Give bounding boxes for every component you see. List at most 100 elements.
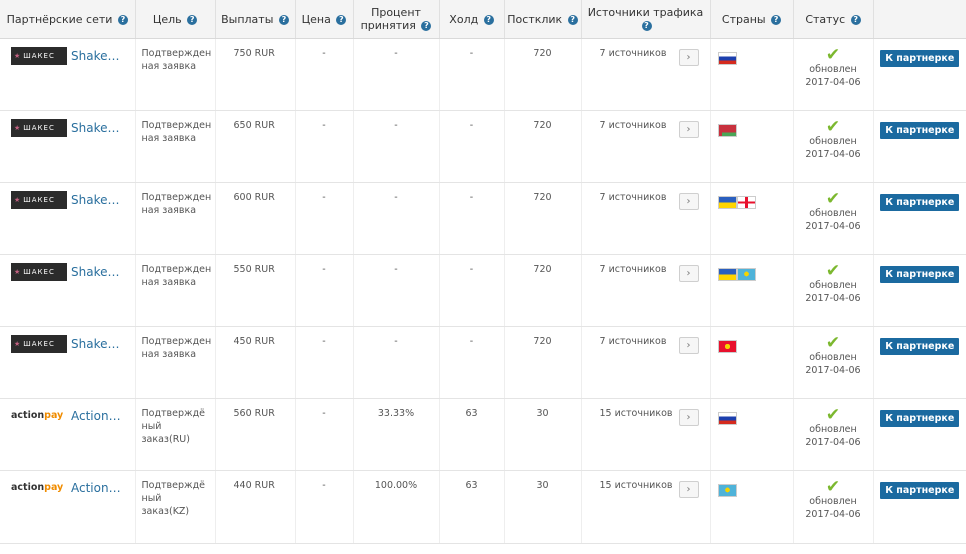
expand-sources-button[interactable]: › <box>678 337 699 354</box>
expand-sources-button[interactable]: › <box>678 265 699 282</box>
status-cell: ✔ обновлен 2017-04-06 <box>793 38 874 111</box>
chevron-right-icon: › <box>686 484 691 495</box>
traffic-sources-count: 7 источников <box>599 120 667 131</box>
header-acceptance[interactable]: Процент принятия ? <box>353 0 440 39</box>
status-text: обновлен <box>809 352 857 363</box>
countries-cell <box>710 326 794 399</box>
expand-sources-button[interactable]: › <box>678 193 699 210</box>
status-cell: ✔ обновлен 2017-04-06 <box>793 398 874 471</box>
shakes-logo[interactable]: ★ ШАКЕС <box>11 191 67 209</box>
chevron-right-icon: › <box>686 340 691 351</box>
header-network[interactable]: Партнёрские сети ? <box>0 0 136 39</box>
header-action <box>873 0 966 39</box>
shakes-logo[interactable]: ★ ШАКЕС <box>11 263 67 281</box>
traffic-sources-count: 15 источников <box>599 480 673 491</box>
help-icon[interactable]: ? <box>771 14 782 25</box>
network-cell: actionpay Actionp... <box>0 470 136 544</box>
traffic-cell: 15 источников › <box>581 398 711 471</box>
status-text: обновлен <box>809 424 857 435</box>
header-price[interactable]: Цена ? <box>295 0 354 39</box>
status-date: 2017-04-06 <box>805 365 861 376</box>
star-icon: ★ <box>14 124 22 132</box>
action-cell: К партнерке <box>873 470 966 544</box>
network-link[interactable]: Actionp... <box>71 482 125 495</box>
to-network-button[interactable]: К партнерке <box>880 50 960 67</box>
to-network-button[interactable]: К партнерке <box>880 482 960 499</box>
status-date: 2017-04-06 <box>805 437 861 448</box>
help-icon[interactable]: ? <box>278 14 289 25</box>
help-icon[interactable]: ? <box>641 21 652 31</box>
hold-cell: - <box>439 326 505 399</box>
header-goal[interactable]: Цель ? <box>135 0 216 39</box>
header-postclick[interactable]: Постклик ? <box>504 0 582 39</box>
countries-cell <box>710 470 794 544</box>
expand-sources-button[interactable]: › <box>678 121 699 138</box>
help-icon[interactable]: ? <box>421 21 432 31</box>
status-text: обновлен <box>809 208 857 219</box>
action-cell: К партнерке <box>873 398 966 471</box>
network-link[interactable]: Shakes... <box>71 50 125 63</box>
shakes-logo[interactable]: ★ ШАКЕС <box>11 335 67 353</box>
help-icon[interactable]: ? <box>187 14 198 25</box>
payout-cell: 440 RUR <box>215 470 296 544</box>
status-text: обновлен <box>809 496 857 507</box>
action-cell: К партнерке <box>873 110 966 183</box>
help-icon[interactable]: ? <box>117 14 128 25</box>
flag-kz-icon <box>736 268 756 281</box>
network-link[interactable]: Shakes... <box>71 194 125 207</box>
goal-cell: Подтверждё ный заказ(RU) <box>135 398 216 471</box>
actionpay-logo[interactable]: actionpay <box>11 407 67 425</box>
status-cell: ✔ обновлен 2017-04-06 <box>793 254 874 327</box>
price-cell: - <box>295 470 354 544</box>
header-countries[interactable]: Страны ? <box>710 0 794 39</box>
acceptance-cell: 100.00% <box>353 470 440 544</box>
shakes-logo[interactable]: ★ ШАКЕС <box>11 119 67 137</box>
star-icon: ★ <box>14 196 22 204</box>
check-icon: ✔ <box>825 333 841 353</box>
expand-sources-button[interactable]: › <box>678 481 699 498</box>
traffic-sources-count: 7 источников <box>599 264 667 275</box>
actionpay-logo[interactable]: actionpay <box>11 479 67 497</box>
to-network-button[interactable]: К партнерке <box>880 122 960 139</box>
help-icon[interactable]: ? <box>336 14 347 25</box>
to-network-button[interactable]: К партнерке <box>880 194 960 211</box>
table-row: ★ ШАКЕС Shakes... Подтвержден ная заявка 650… <box>0 110 966 183</box>
hold-cell: 63 <box>439 470 505 544</box>
payout-cell: 750 RUR <box>215 38 296 111</box>
table-row: ★ ШАКЕС Shakes... Подтвержден ная заявка 550… <box>0 254 966 327</box>
check-icon: ✔ <box>825 405 841 425</box>
header-status[interactable]: Статус ? <box>793 0 874 39</box>
header-hold[interactable]: Холд ? <box>439 0 505 39</box>
to-network-button[interactable]: К партнерке <box>880 338 960 355</box>
table-row: ★ ШАКЕС Shakes... Подтвержден ная заявка 600… <box>0 182 966 255</box>
help-icon[interactable]: ? <box>483 14 494 25</box>
to-network-button[interactable]: К партнерке <box>880 410 960 427</box>
hold-cell: - <box>439 38 505 111</box>
star-icon: ★ <box>14 52 22 60</box>
header-payout[interactable]: Выплаты ? <box>215 0 296 39</box>
network-cell: ★ ШАКЕС Shakes... <box>0 38 136 111</box>
to-network-button[interactable]: К партнерке <box>880 266 960 283</box>
acceptance-cell: - <box>353 110 440 183</box>
expand-sources-button[interactable]: › <box>678 49 699 66</box>
check-icon: ✔ <box>825 117 841 137</box>
action-cell: К партнерке <box>873 254 966 327</box>
status-date: 2017-04-06 <box>805 293 861 304</box>
help-icon[interactable]: ? <box>567 14 578 25</box>
status-cell: ✔ обновлен 2017-04-06 <box>793 470 874 544</box>
network-link[interactable]: Actionp... <box>71 410 125 423</box>
network-link[interactable]: Shakes... <box>71 266 125 279</box>
header-traffic[interactable]: Источники трафика? <box>581 0 711 39</box>
price-cell: - <box>295 254 354 327</box>
table-row: ★ ШАКЕС Shakes... Подтвержден ная заявка 750… <box>0 38 966 111</box>
network-cell: ★ ШАКЕС Shakes... <box>0 110 136 183</box>
goal-cell: Подтвержден ная заявка <box>135 110 216 183</box>
star-icon: ★ <box>14 340 22 348</box>
network-link[interactable]: Shakes... <box>71 338 125 351</box>
shakes-logo[interactable]: ★ ШАКЕС <box>11 47 67 65</box>
expand-sources-button[interactable]: › <box>678 409 699 426</box>
help-icon[interactable]: ? <box>850 14 861 25</box>
check-icon: ✔ <box>825 261 841 281</box>
network-link[interactable]: Shakes... <box>71 122 125 135</box>
postclick-cell: 720 <box>504 38 582 111</box>
